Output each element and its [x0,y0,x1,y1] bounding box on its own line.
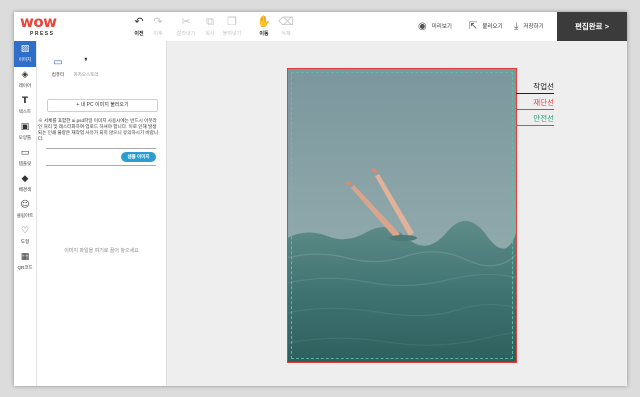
logo-subtitle: PRESS [30,31,55,37]
nav-template[interactable]: ▭ 템플릿 [14,145,36,171]
nav-layer[interactable]: ◈ 레이어 [14,67,36,93]
sample-image-button[interactable]: 샘플 이미지 [121,152,156,162]
delete-label: 삭제 [281,31,291,37]
logo-wordmark: wow [20,13,57,31]
qr-code-icon: ▦ [20,252,30,262]
load-button[interactable]: ⇱ 불러오기 [469,20,503,32]
design-canvas[interactable] [287,68,517,363]
cut-label: 잘라내기 [176,31,196,37]
nav-shape-label: 도형 [20,239,30,244]
guide-legend-safe-line: 안전선 [516,113,554,126]
tab-kakaostory-label: 카카오스토리 [73,72,99,77]
save-button[interactable]: ⤓ 저장하기 [514,20,544,32]
nav-layer-label: 레이어 [18,83,32,88]
smiley-icon: ☺ [20,200,30,210]
load-label: 불러오기 [482,24,503,30]
preview-button[interactable]: ◉ 미리보기 [418,20,452,32]
nav-image-label: 이미지 [18,57,32,62]
move-label: 이동 [259,31,269,37]
nav-background-label: 배경색 [18,187,32,192]
guide-legend-label: 작업선 [533,82,554,91]
hand-icon: ✋ [257,15,271,28]
download-icon: ⤓ [514,20,519,32]
top-toolbar: wow PRESS ↶ 이전 ↷ 이후 ✂ 잘라내기 ⧉ 복사 ❐ 붙여넣기 ✋… [14,12,627,42]
text-icon: T [21,96,29,106]
divider [46,165,156,166]
editor-window: wow PRESS ↶ 이전 ↷ 이후 ✂ 잘라내기 ⧉ 복사 ❐ 붙여넣기 ✋… [14,12,627,386]
copy-button[interactable]: ⧉ 복사 [198,15,222,38]
scissors-icon: ✂ [181,15,191,28]
tab-computer-label: 컴퓨터 [51,72,65,77]
nav-text-label: 텍스트 [18,109,32,114]
kakaostory-icon: ❜ [84,57,88,68]
image-icon: ▨ [20,44,30,54]
divider [46,148,156,149]
layers-icon: ◈ [21,70,29,80]
heart-icon: ♡ [20,226,30,236]
nav-shape[interactable]: ♡ 도형 [14,223,36,249]
copy-icon: ⧉ [206,15,214,28]
preview-label: 미리보기 [431,24,452,30]
copy-label: 복사 [205,31,215,37]
finish-edit-button[interactable]: 편집완료 > [557,12,627,41]
guide-legend-work-line: 작업선 [516,81,554,94]
workspace: 작업선 재단선 안전선 [167,41,627,386]
delete-button[interactable]: ⌫ 삭제 [274,15,298,38]
paste-icon: ❐ [227,15,237,28]
redo-icon: ↷ [153,15,163,28]
upload-from-pc-button[interactable]: + 내 PC 이미지 불러오기 [47,99,158,112]
trash-icon: ⌫ [278,15,294,28]
paste-button[interactable]: ❐ 붙여넣기 [220,15,244,38]
nav-frame[interactable]: ▣ 모양틀 [14,119,36,145]
external-link-icon: ⇱ [469,20,478,32]
guide-legend-swatch [516,109,554,110]
tab-computer[interactable]: ▭ 컴퓨터 [43,57,73,77]
nav-clipart[interactable]: ☺ 클립아트 [14,197,36,223]
monitor-icon: ▭ [53,57,63,68]
guide-legend-swatch [516,125,554,126]
nav-frame-label: 모양틀 [18,135,32,140]
template-icon: ▭ [20,148,30,158]
frame-icon: ▣ [20,122,30,132]
canvas-photo [287,68,517,363]
guide-legend-label: 안전선 [533,114,554,123]
nav-qrcode-label: QR코드 [17,265,33,270]
guide-legend-label: 재단선 [533,98,554,107]
guide-legend-cut-line: 재단선 [516,97,554,110]
nav-background[interactable]: ◆ 배경색 [14,171,36,197]
nav-template-label: 템플릿 [18,161,32,166]
guide-legend-swatch [516,93,554,94]
move-button[interactable]: ✋ 이동 [252,15,276,38]
tab-kakaostory[interactable]: ❜ 카카오스토리 [71,57,101,77]
upload-notice: ※ 서체를 포함한 ai,psd파일 이미지 사용시에는 반드시 아웃라인 처리… [38,118,159,141]
nav-text[interactable]: T 텍스트 [14,93,36,119]
left-nav: ▨ 이미지 ◈ 레이어 T 텍스트 ▣ 모양틀 ▭ 템플릿 ◆ 배경색 ☺ 클립… [14,41,37,386]
nav-qrcode[interactable]: ▦ QR코드 [14,249,36,275]
redo-button[interactable]: ↷ 이후 [146,15,170,38]
redo-label: 이후 [153,31,163,37]
cut-button[interactable]: ✂ 잘라내기 [174,15,198,38]
paint-bucket-icon: ◆ [21,174,29,184]
nav-clipart-label: 클립아트 [16,213,34,218]
eye-icon: ◉ [418,20,427,32]
image-panel: ▭ 컴퓨터 ❜ 카카오스토리 + 내 PC 이미지 불러오기 ※ 서체를 포함한… [37,41,167,386]
save-label: 저장하기 [523,24,544,30]
wowpress-logo[interactable]: wow PRESS [20,15,66,39]
paste-label: 붙여넣기 [222,31,242,37]
drop-zone-hint: 이미지 파일을 여기로 끌어 놓으세요 [64,248,139,254]
nav-image[interactable]: ▨ 이미지 [14,41,36,67]
